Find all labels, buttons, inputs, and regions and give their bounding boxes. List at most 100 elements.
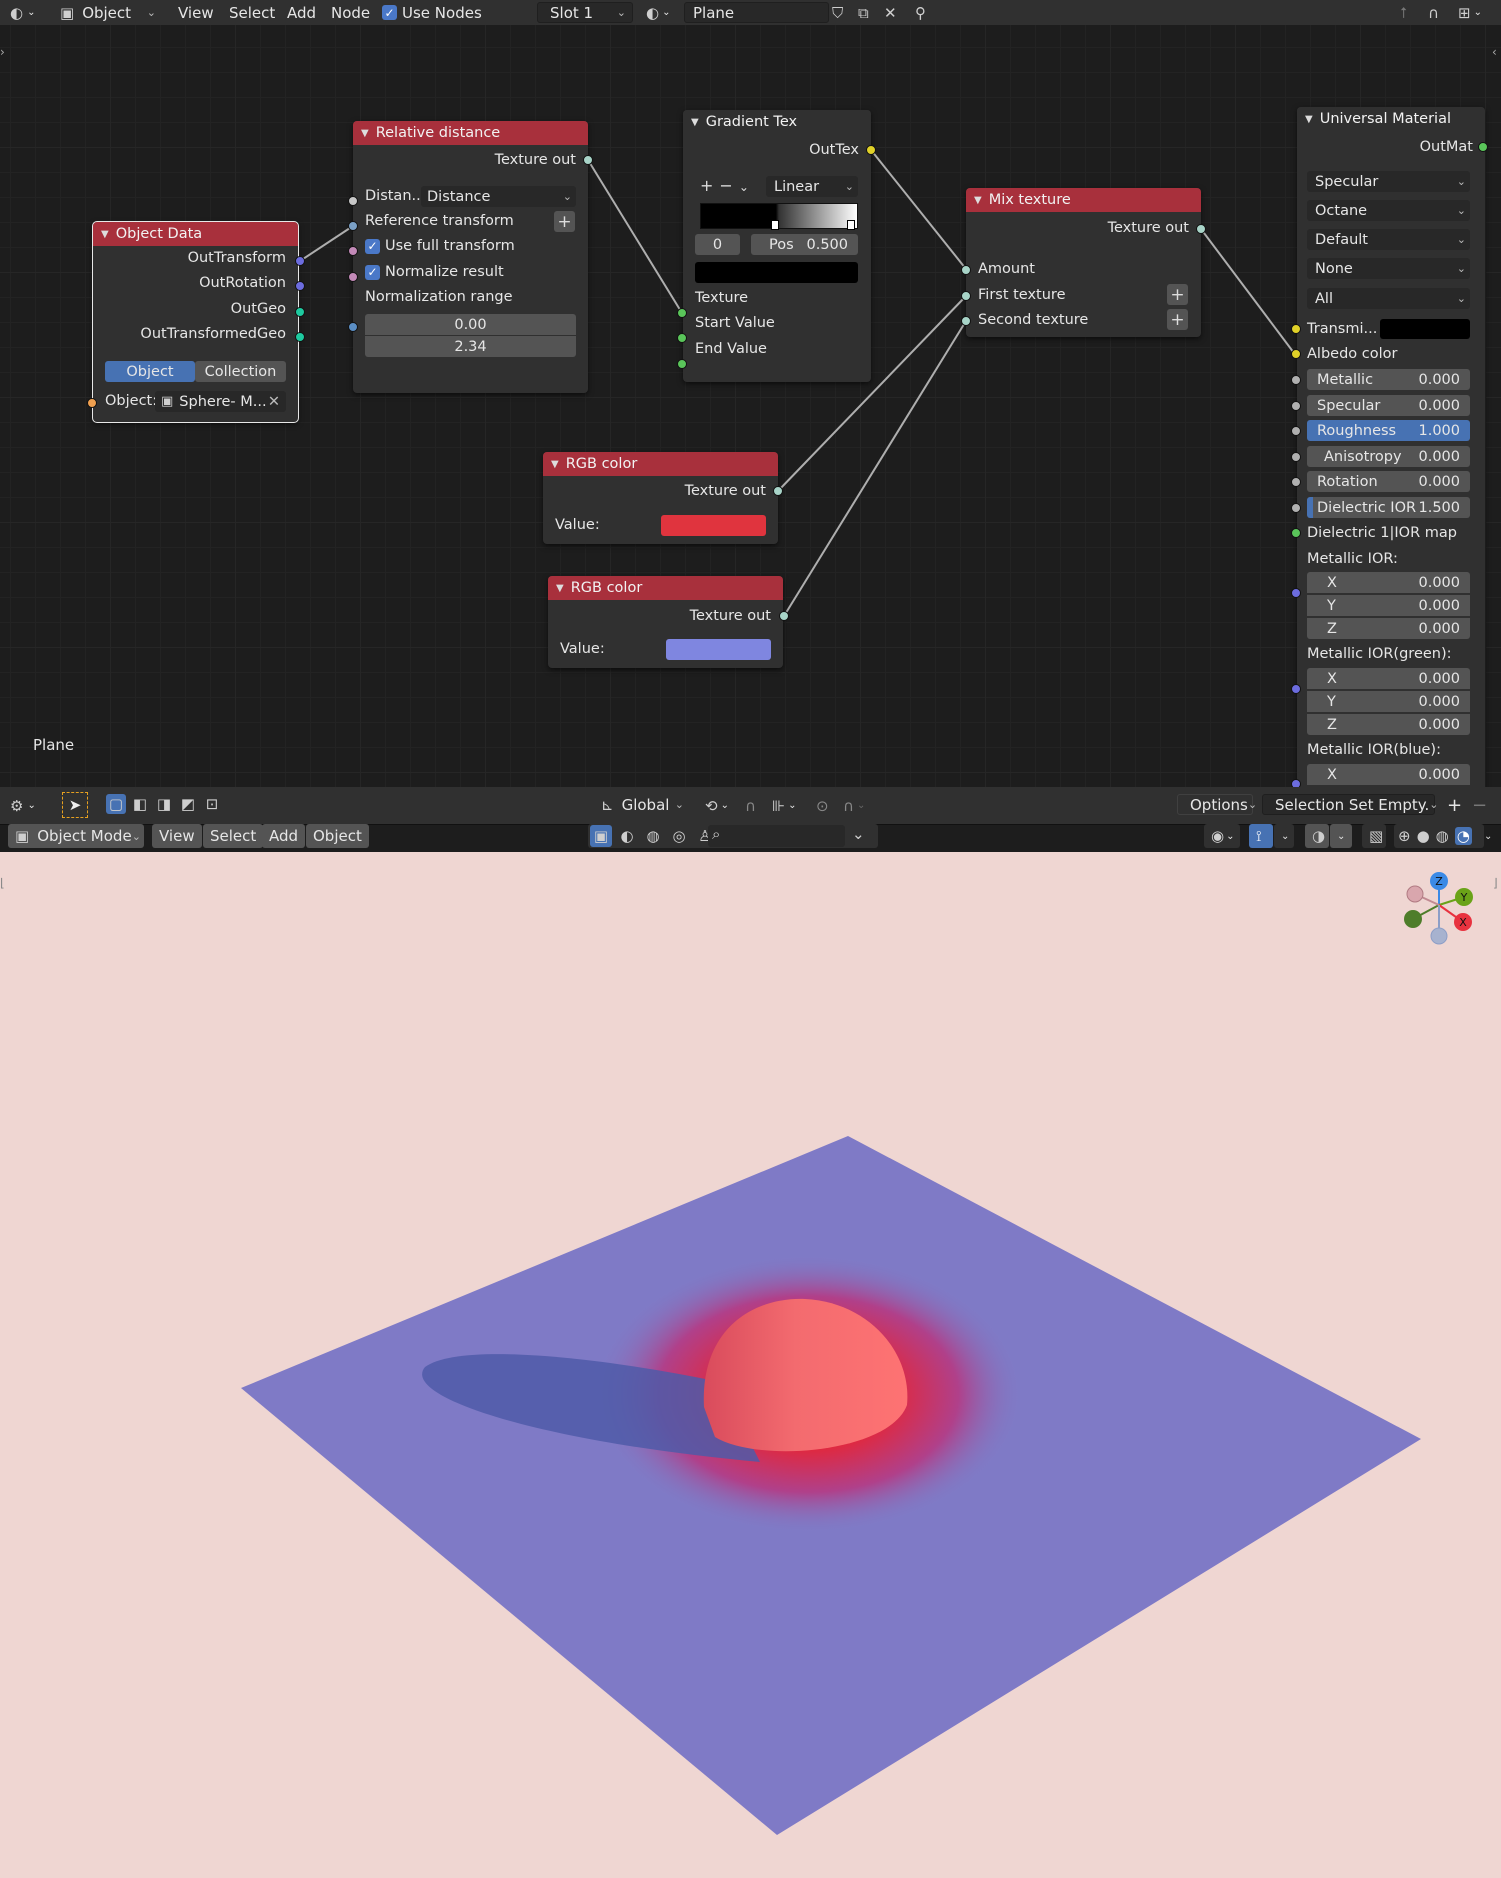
socket-outtransform[interactable] [295, 256, 305, 266]
gizmo-neg-z-axis[interactable] [1430, 927, 1448, 945]
node-gradient-tex[interactable]: ▼ Gradient Tex OutTex +−⌄ Linear ⌄ 0 Pos 0.… [683, 110, 871, 382]
metallic-ior-green-y[interactable]: Y 0.000 [1307, 691, 1470, 712]
metallic-ior-z[interactable]: Z 0.000 [1307, 618, 1470, 639]
socket-first-texture[interactable] [961, 291, 971, 301]
material-preview-icon[interactable]: ◍ [1436, 827, 1449, 845]
add-button[interactable]: + [1167, 309, 1188, 330]
node-object-data[interactable]: ▼ Object Data OutTransform OutRotation Ou… [92, 221, 299, 423]
falloff-dropdown[interactable]: ∩ ⌄ [843, 793, 865, 818]
visibility-dropdown[interactable]: ◉ ⌄ [1204, 824, 1240, 848]
menu-select[interactable]: Select [229, 0, 275, 25]
add-selection-set-button[interactable]: + [1447, 793, 1462, 818]
collapse-triangle-icon[interactable]: ▼ [551, 459, 559, 470]
node-mix-texture[interactable]: ▼ Mix texture Texture out Amount First te… [966, 188, 1201, 337]
pos-field[interactable]: Pos 0.500 [751, 234, 858, 255]
snap-mode-dropdown[interactable]: ⊞ ⌄ [1458, 0, 1482, 25]
param-anisotropy[interactable]: Anisotropy 0.000 [1307, 446, 1470, 467]
dropdown-specular[interactable]: Specular ⌄ [1307, 171, 1470, 192]
collapse-triangle-icon[interactable]: ▼ [101, 229, 109, 240]
object-mode-dropdown[interactable]: ▣ Object Mode ⌄ [8, 824, 144, 848]
use-nodes-toggle[interactable]: ✓ Use Nodes [382, 0, 482, 25]
socket-texture-out[interactable] [779, 611, 789, 621]
socket-metallic-ior-blue[interactable] [1291, 779, 1301, 787]
socket-outrotation[interactable] [295, 281, 305, 291]
add-button[interactable]: + [1167, 284, 1188, 305]
socket-metallic-ior[interactable] [1291, 588, 1301, 598]
collapse-triangle-icon[interactable]: ▼ [974, 195, 982, 206]
viewport-menu-view[interactable]: View [152, 824, 202, 848]
socket-metallic-ior-green[interactable] [1291, 684, 1301, 694]
collapse-triangle-icon[interactable]: ▼ [361, 128, 369, 139]
socket-roughness[interactable] [1291, 426, 1301, 436]
menu-add[interactable]: Add [287, 0, 316, 25]
node-rgb-color-1[interactable]: ▼ RGB color Texture out Value: [543, 452, 778, 544]
tab-object[interactable]: Object [105, 361, 195, 382]
socket-outmat[interactable] [1478, 142, 1488, 152]
normalize-result-toggle[interactable]: ✓ Normalize result [353, 261, 588, 283]
node-universal-material[interactable]: ▼ Universal Material OutMat Specular ⌄ Oct… [1297, 107, 1485, 787]
material-name-field[interactable]: Plane [684, 2, 829, 23]
overlay-dropdown[interactable]: ⌄ [1330, 824, 1352, 848]
socket-outtex[interactable] [866, 145, 876, 155]
gizmo-neg-x-axis[interactable] [1406, 885, 1424, 903]
xray-toggle[interactable]: ▧ [1362, 824, 1386, 848]
collapse-triangle-icon[interactable]: ▼ [691, 117, 699, 128]
socket-use-full-transform[interactable] [348, 246, 358, 256]
collapse-triangle-icon[interactable]: ▼ [556, 583, 564, 594]
search-field[interactable] [708, 825, 845, 847]
texture-filter-icon[interactable]: ◍ [642, 827, 664, 845]
editor-type-button[interactable]: ◐ ⌄ [10, 0, 35, 25]
socket-end-value[interactable] [677, 359, 687, 369]
viewport-menu-select[interactable]: Select [203, 824, 264, 848]
socket-texture-out[interactable] [1196, 224, 1206, 234]
snap-toggle[interactable]: ∩ [1428, 0, 1439, 25]
clear-icon[interactable]: ✕ [268, 394, 280, 410]
object-filter-icon[interactable]: ▣ [590, 825, 612, 847]
range-min-field[interactable]: 0.00 [365, 314, 576, 335]
metallic-ior-blue-x[interactable]: X 0.000 [1307, 764, 1470, 785]
navigation-gizmo[interactable]: Z Y X [1393, 869, 1483, 959]
snap-toggle[interactable]: ∩ [745, 793, 756, 818]
select-intersect-icon[interactable]: ⊡ [202, 794, 222, 814]
socket-texture[interactable] [677, 308, 687, 318]
socket-texture-out[interactable] [773, 486, 783, 496]
param-specular[interactable]: Specular 0.000 [1307, 395, 1470, 416]
overlay-toggle[interactable]: ◑ [1305, 824, 1329, 848]
select-extend-icon[interactable]: ◧ [130, 794, 150, 814]
ramp-controls[interactable]: +−⌄ [700, 176, 755, 195]
node-editor-canvas[interactable]: ▼ Object Data OutTransform OutRotation Ou… [0, 25, 1501, 787]
material-browse-button[interactable]: ◐ ⌄ [646, 0, 670, 25]
distance-dropdown[interactable]: Distance ⌄ [421, 186, 576, 207]
toolbar-expand-icon[interactable]: ⌊ [0, 876, 5, 890]
use-full-transform-toggle[interactable]: ✓ Use full transform [353, 235, 588, 257]
socket-start-value[interactable] [677, 333, 687, 343]
interpolation-dropdown[interactable]: Linear ⌄ [766, 176, 858, 197]
snap-target-dropdown[interactable]: ⊪ ⌄ [772, 793, 796, 818]
color-ramp[interactable] [700, 203, 858, 229]
param-roughness[interactable]: Roughness 1.000 [1307, 420, 1470, 441]
rendered-shading-icon[interactable]: ◔ [1454, 827, 1472, 845]
parent-node-tree-button[interactable]: ⭡ [1400, 0, 1407, 25]
socket-texture-out[interactable] [583, 155, 593, 165]
node-relative-distance[interactable]: ▼ Relative distance Texture out Distan...… [353, 121, 588, 393]
dropdown-default[interactable]: Default ⌄ [1307, 229, 1470, 250]
metallic-ior-y[interactable]: Y 0.000 [1307, 595, 1470, 616]
node-rgb-color-2[interactable]: ▼ RGB color Texture out Value: [548, 576, 783, 668]
sidebar-expand-icon[interactable]: ⌋ [1493, 876, 1498, 890]
3d-viewport[interactable]: Z Y X ⌊ ⌋ [0, 852, 1501, 1878]
tool-settings-button[interactable]: ⚙ ⌄ [10, 793, 36, 818]
viewport-menu-object[interactable]: Object [306, 824, 369, 848]
remove-selection-set-button[interactable]: − [1472, 793, 1487, 818]
color-swatch[interactable] [661, 515, 766, 536]
socket-ior-map[interactable] [1291, 528, 1301, 538]
chevron-down-icon[interactable]: ⌄ [852, 825, 865, 843]
collapse-triangle-icon[interactable]: ▼ [1305, 114, 1313, 125]
ramp-stop-marker[interactable] [847, 220, 855, 230]
socket-second-texture[interactable] [961, 316, 971, 326]
viewport-menu-add[interactable]: Add [262, 824, 306, 848]
pin-button[interactable]: ⚲ [915, 0, 926, 25]
proportional-edit-toggle[interactable]: ⊙ [816, 793, 829, 818]
socket-normalization-range[interactable] [348, 322, 358, 332]
menu-node[interactable]: Node [331, 0, 370, 25]
fake-user-button[interactable]: ⛉ [832, 0, 843, 25]
